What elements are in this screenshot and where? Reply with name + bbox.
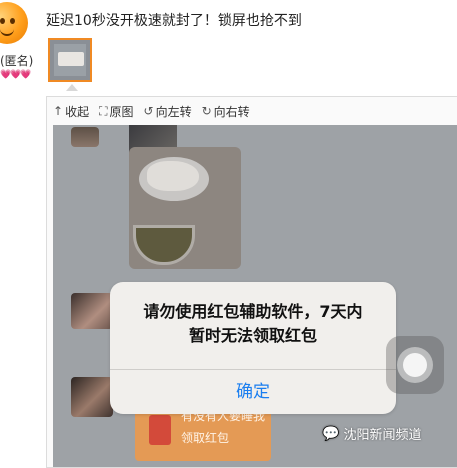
alert-dialog: 请勿使用红包辅助软件，7天内 暂时无法领取红包 确定 [110, 282, 396, 414]
bowl-shape [133, 225, 195, 265]
user-avatar[interactable] [0, 2, 28, 44]
avatar-mouth [0, 28, 14, 36]
thumbnail-dialog-preview [58, 52, 84, 66]
collapse-button[interactable]: ↑ 收起 [53, 103, 89, 120]
rotate-left-button[interactable]: ↺ 向左转 [144, 103, 192, 120]
chat-avatar [71, 293, 113, 329]
alert-message-line2: 暂时无法领取红包 [188, 326, 317, 345]
author-name[interactable]: (匿名) [0, 52, 33, 69]
original-image-button[interactable]: ⛶ 原图 [99, 103, 133, 120]
watermark: 💬 沈阳新闻频道 [322, 424, 422, 444]
avatar-eye [10, 18, 15, 24]
user-badges: 💗💗💗 [0, 70, 32, 80]
chat-avatar [71, 377, 113, 417]
viewer-toolbar: ↑ 收起 ⛶ 原图 ↺ 向左转 ↻ 向右转 [47, 97, 457, 125]
rotate-left-icon: ↺ [143, 104, 154, 118]
post-text: 延迟10秒没开极速就封了！锁屏也抢不到 [46, 13, 302, 29]
chat-photo-food [129, 147, 241, 269]
collapse-label: 收起 [65, 104, 90, 119]
dumpling-shape [147, 161, 199, 191]
rotate-right-label: 向右转 [213, 104, 250, 119]
alert-message: 请勿使用红包辅助软件，7天内 暂时无法领取红包 [110, 300, 396, 348]
avatar-eye [0, 18, 5, 24]
alert-message-line1: 请勿使用红包辅助软件，7天内 [143, 302, 363, 321]
arrow-up-icon: ↑ [53, 104, 64, 118]
red-packet-line2: 领取红包 [181, 431, 230, 445]
rotate-left-label: 向左转 [155, 104, 192, 119]
assistive-core-icon [403, 353, 427, 377]
thumbnail-pointer-icon [66, 84, 78, 91]
expand-icon: ⛶ [99, 103, 108, 118]
chat-avatar [71, 127, 99, 147]
rotate-right-button[interactable]: ↻ 向右转 [202, 103, 250, 120]
assistive-touch-button[interactable] [386, 336, 444, 394]
rotate-right-icon: ↻ [201, 104, 212, 118]
watermark-text: 沈阳新闻频道 [343, 428, 422, 443]
red-packet-icon [149, 415, 171, 445]
image-thumbnail[interactable] [48, 38, 92, 82]
confirm-button[interactable]: 确定 [110, 370, 396, 414]
original-image-label: 原图 [109, 104, 134, 119]
wechat-icon: 💬 [322, 425, 340, 442]
